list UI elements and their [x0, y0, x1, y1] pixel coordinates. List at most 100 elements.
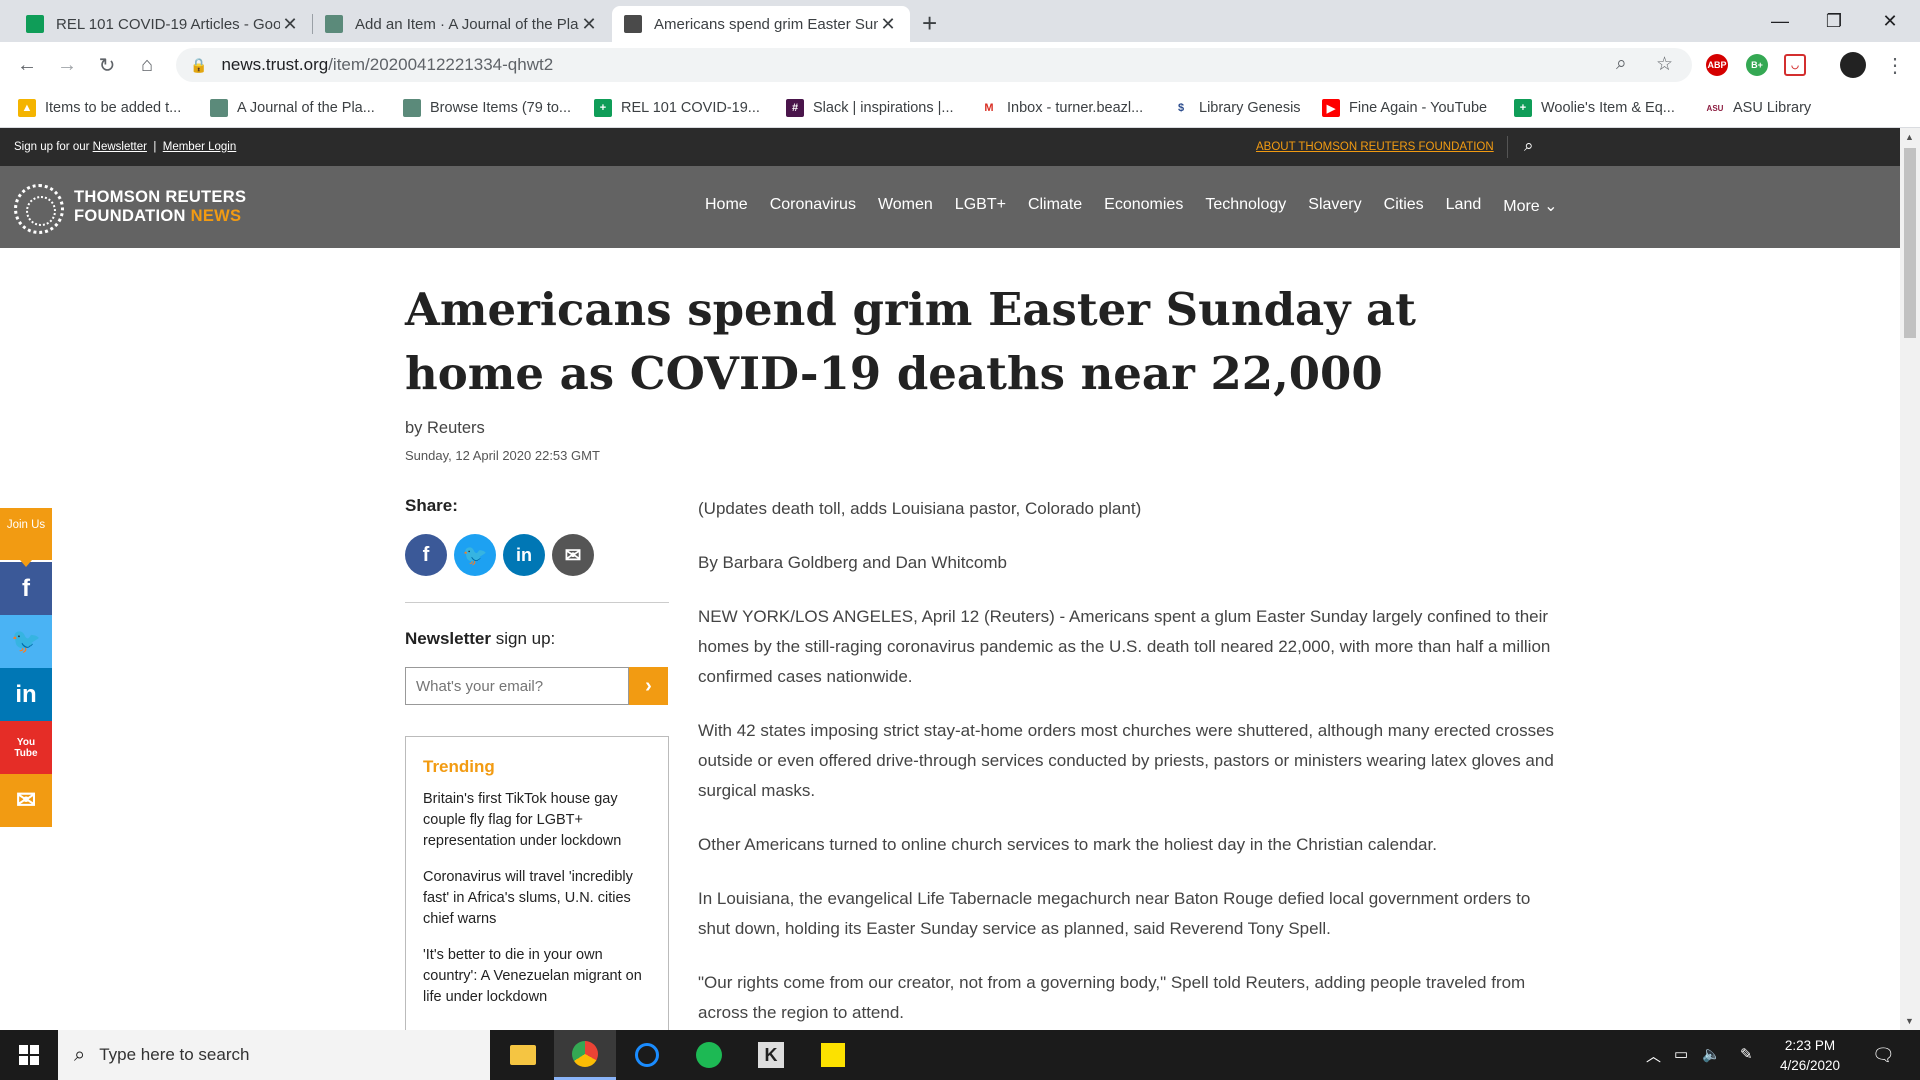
omeka-icon	[403, 99, 421, 117]
chevron-up-icon[interactable]: ︿	[1646, 1045, 1661, 1066]
youtube-icon: ▶	[1322, 99, 1340, 117]
new-tab-button[interactable]: +	[922, 8, 937, 39]
twitter-icon: 🐦	[462, 544, 488, 567]
tab-add-item[interactable]: Add an Item · A Journal of the Pla ✕	[313, 6, 611, 42]
tab-rel101[interactable]: REL 101 COVID-19 Articles - Goo ✕	[14, 6, 312, 42]
notifications-icon[interactable]: 🗨	[1872, 1045, 1895, 1066]
close-icon[interactable]: ✕	[280, 14, 300, 35]
newsletter-label-rest: sign up:	[490, 629, 556, 648]
nav-more[interactable]: More ⌄	[1503, 196, 1557, 216]
sticky-notes-app[interactable]	[802, 1030, 864, 1080]
bookmark-item[interactable]: M Inbox - turner.beazl...	[980, 96, 1143, 120]
scrollbar-thumb[interactable]	[1904, 148, 1916, 338]
nav-slavery[interactable]: Slavery	[1308, 196, 1361, 216]
bookmark-item[interactable]: ▲ Items to be added t...	[18, 96, 181, 120]
bookmark-item[interactable]: A Journal of the Pla...	[210, 96, 375, 120]
volume-icon[interactable]: 🔈	[1702, 1045, 1721, 1063]
battery-icon[interactable]: ▭	[1674, 1045, 1688, 1063]
zoom-icon[interactable]: ⌕	[1616, 53, 1627, 75]
sidebar-linkedin-button[interactable]: in	[0, 668, 52, 721]
share-linkedin-button[interactable]: in	[503, 534, 545, 576]
facebook-icon: f	[422, 543, 430, 566]
sidebar-email-button[interactable]: ✉	[0, 774, 52, 827]
email-field[interactable]	[405, 667, 629, 705]
close-icon[interactable]: ✕	[878, 14, 898, 35]
nav-women[interactable]: Women	[878, 196, 933, 216]
trending-item[interactable]: 'It's better to die in your own country'…	[423, 945, 651, 1008]
scroll-down-icon[interactable]: ▼	[1905, 1016, 1914, 1026]
pocket-icon[interactable]: ◡	[1784, 54, 1806, 76]
scroll-up-icon[interactable]: ▲	[1905, 132, 1914, 142]
newsletter-link[interactable]: Newsletter	[93, 141, 147, 153]
page-viewport: Sign up for our Newsletter | Member Logi…	[0, 128, 1920, 1030]
window-close-button[interactable]: ✕	[1862, 0, 1918, 42]
newsletter-label: Newsletter sign up:	[405, 629, 555, 649]
sidebar-youtube-button[interactable]: You Tube	[0, 721, 52, 774]
minimize-button[interactable]: —	[1752, 0, 1808, 42]
nav-climate[interactable]: Climate	[1028, 196, 1082, 216]
maximize-button[interactable]: ❐	[1806, 0, 1862, 42]
home-icon[interactable]: ⌂	[132, 50, 162, 80]
pen-icon[interactable]: ✎	[1740, 1045, 1753, 1063]
address-bar[interactable]: 🔒 news.trust.org/item/20200412221334-qhw…	[176, 48, 1692, 82]
sidebar-twitter-button[interactable]: 🐦	[0, 615, 52, 668]
file-explorer-app[interactable]	[492, 1030, 554, 1080]
bookmark-item[interactable]: Browse Items (79 to...	[403, 96, 571, 120]
bookmark-star-icon[interactable]: ☆	[1656, 53, 1673, 76]
bookmark-item[interactable]: ASU ASU Library	[1706, 96, 1811, 120]
taskbar-clock[interactable]: 2:23 PM 4/26/2020	[1760, 1036, 1860, 1076]
spotify-icon	[696, 1042, 722, 1068]
site-topbar: Sign up for our Newsletter | Member Logi…	[0, 128, 1900, 166]
nav-cities[interactable]: Cities	[1384, 196, 1424, 216]
page-scrollbar[interactable]: ▲ ▼	[1900, 128, 1920, 1030]
twitter-icon: 🐦	[11, 628, 41, 655]
nav-lgbt[interactable]: LGBT+	[955, 196, 1006, 216]
app-k[interactable]: K	[740, 1030, 802, 1080]
share-email-button[interactable]: ✉	[552, 534, 594, 576]
taskbar-search[interactable]: ⌕ Type here to search	[58, 1030, 490, 1080]
member-login-link[interactable]: Member Login	[163, 141, 237, 153]
url-domain: news.trust.org	[221, 55, 329, 74]
onepassword-app[interactable]	[616, 1030, 678, 1080]
sidebar-facebook-button[interactable]: f	[0, 562, 52, 615]
spotify-app[interactable]	[678, 1030, 740, 1080]
search-icon[interactable]: ⌕	[1524, 136, 1534, 156]
share-twitter-button[interactable]: 🐦	[454, 534, 496, 576]
nav-home[interactable]: Home	[705, 196, 748, 216]
extension-b-icon[interactable]: B+	[1746, 54, 1768, 76]
trending-item[interactable]: Britain's first TikTok house gay couple …	[423, 789, 651, 852]
trending-item[interactable]: Coronavirus will travel 'incredibly fast…	[423, 867, 651, 930]
search-icon: ⌕	[74, 1043, 86, 1066]
menu-icon[interactable]: ⋮	[1880, 50, 1910, 80]
article-body: (Updates death toll, adds Louisiana past…	[698, 494, 1558, 1030]
avatar[interactable]	[1840, 52, 1866, 78]
bookmark-item[interactable]: ▶ Fine Again - YouTube	[1322, 96, 1487, 120]
forward-icon[interactable]: →	[52, 50, 82, 80]
chrome-app[interactable]	[554, 1030, 616, 1080]
nav-economies[interactable]: Economies	[1104, 196, 1183, 216]
back-icon[interactable]: ←	[12, 50, 42, 80]
bookmark-item[interactable]: + Woolie's Item & Eq...	[1514, 96, 1675, 120]
logo-icon[interactable]	[14, 184, 64, 234]
bookmark-item[interactable]: $ Library Genesis	[1172, 96, 1301, 120]
bookmark-label: Inbox - turner.beazl...	[1007, 100, 1144, 116]
nav-coronavirus[interactable]: Coronavirus	[770, 196, 856, 216]
close-icon[interactable]: ✕	[579, 14, 599, 35]
bookmark-item[interactable]: # Slack | inspirations |...	[786, 96, 954, 120]
bookmark-label: Fine Again - YouTube	[1349, 100, 1488, 116]
adblock-icon[interactable]: ABP	[1706, 54, 1728, 76]
about-link[interactable]: ABOUT THOMSON REUTERS FOUNDATION	[1256, 141, 1494, 153]
bookmark-item[interactable]: + REL 101 COVID-19...	[594, 96, 760, 120]
search-placeholder: Type here to search	[99, 1045, 250, 1064]
nav-technology[interactable]: Technology	[1205, 196, 1286, 216]
nav-land[interactable]: Land	[1446, 196, 1482, 216]
share-facebook-button[interactable]: f	[405, 534, 447, 576]
newsletter-label-bold: Newsletter	[405, 629, 491, 648]
tab-active-article[interactable]: Americans spend grim Easter Sun ✕	[612, 6, 910, 42]
reload-icon[interactable]: ↻	[92, 50, 122, 80]
site-logo[interactable]: THOMSON REUTERS FOUNDATION NEWS	[74, 188, 246, 226]
bookmark-label: Slack | inspirations |...	[813, 100, 954, 116]
start-button[interactable]	[0, 1030, 58, 1080]
newsletter-submit-button[interactable]: ›	[629, 667, 668, 705]
bookmark-label: ASU Library	[1733, 100, 1812, 116]
